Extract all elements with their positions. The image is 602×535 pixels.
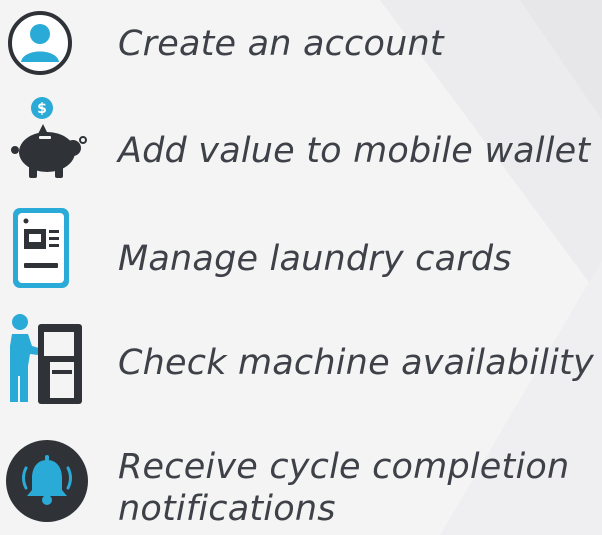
feature-label: Receive cycle completion notifications: [118, 447, 570, 529]
feature-manage-cards: Manage laundry cards: [0, 203, 602, 298]
feature-label: Manage laundry cards: [118, 239, 512, 279]
feature-label: Add value to mobile wallet: [118, 131, 591, 171]
bell-icon: [6, 440, 88, 522]
user-icon: [8, 11, 72, 75]
feature-check-availability: Check machine availability: [0, 308, 602, 408]
feature-add-value: $ Add value to mobile wallet: [0, 92, 602, 192]
svg-text:$: $: [37, 101, 47, 117]
feature-create-account: Create an account: [0, 0, 602, 90]
feature-label: Create an account: [118, 24, 444, 64]
piggy-bank-icon: $: [11, 97, 87, 178]
feature-label: Check machine availability: [118, 343, 594, 383]
card-device-icon: [13, 208, 69, 288]
feature-notifications: Receive cycle completion notifications: [0, 420, 602, 535]
kiosk-user-icon: [10, 314, 82, 404]
